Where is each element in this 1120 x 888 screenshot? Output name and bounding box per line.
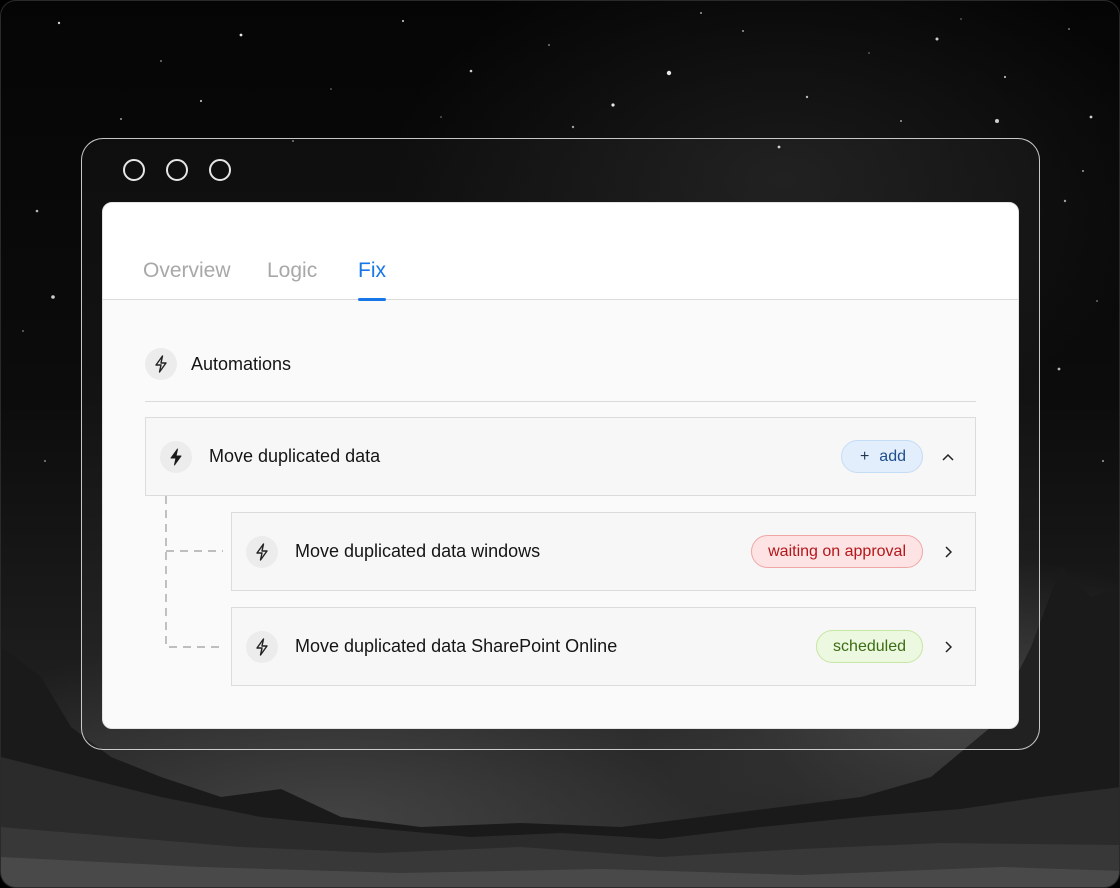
automation-row-parent[interactable]: Move duplicated data + add — [145, 417, 976, 496]
content-panel: Overview Logic Fix Automations Move dupl… — [102, 202, 1019, 729]
window-maximize-button[interactable] — [209, 159, 231, 181]
tab-logic[interactable]: Logic — [267, 259, 317, 300]
bolt-filled-icon — [160, 441, 192, 473]
tab-bar: Overview Logic Fix — [103, 203, 1018, 301]
automation-title: Move duplicated data — [209, 446, 381, 466]
automation-title: Move duplicated data SharePoint Online — [295, 636, 618, 656]
tab-overview[interactable]: Overview — [143, 259, 231, 300]
add-label: add — [879, 448, 906, 465]
automation-title: Move duplicated data windows — [295, 541, 541, 561]
section-title: Automations — [191, 354, 292, 374]
status-badge-scheduled: scheduled — [816, 630, 923, 663]
automation-row-child[interactable]: Move duplicated data SharePoint Online s… — [231, 607, 976, 686]
chevron-right-icon[interactable] — [939, 636, 957, 658]
bolt-icon — [246, 536, 278, 568]
automation-row-child[interactable]: Move duplicated data windows waiting on … — [231, 512, 976, 591]
chevron-right-icon[interactable] — [939, 541, 957, 563]
chevron-up-icon[interactable] — [939, 446, 957, 468]
add-button[interactable]: + add — [840, 440, 923, 473]
status-badge-waiting: waiting on approval — [751, 535, 923, 568]
window-minimize-button[interactable] — [166, 159, 188, 181]
automations-header: Automations — [145, 346, 976, 402]
bolt-icon — [145, 348, 177, 380]
window-close-button[interactable] — [123, 159, 145, 181]
tab-fix[interactable]: Fix — [358, 259, 386, 301]
bolt-icon — [246, 631, 278, 663]
plus-icon: + — [859, 448, 870, 465]
